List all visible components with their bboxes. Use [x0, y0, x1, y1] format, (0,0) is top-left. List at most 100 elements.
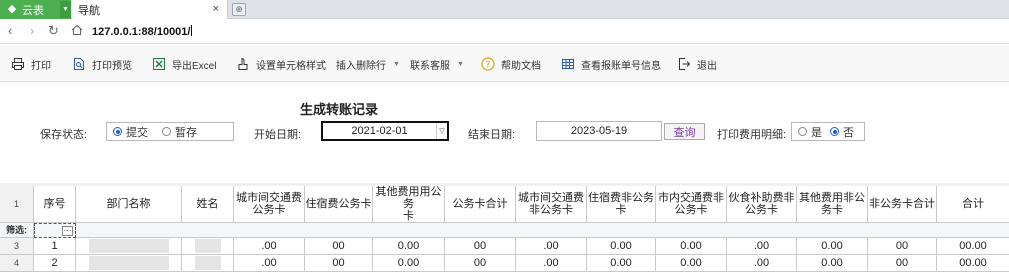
exit-icon [677, 57, 691, 71]
column-header: 住宿费公务卡 [305, 186, 373, 223]
amount-cell[interactable]: 0.00 [587, 255, 656, 272]
department-cell[interactable] [76, 238, 182, 255]
app-menu-button[interactable]: ◆ 云表 ▼ [0, 0, 71, 19]
column-header: 其他费用非公 务卡 [797, 186, 868, 223]
excel-icon [152, 57, 166, 71]
print-detail-yes-label[interactable]: 是 [811, 124, 822, 140]
reload-icon[interactable]: ↻ [48, 24, 59, 38]
svg-text:?: ? [486, 60, 491, 70]
amount-cell[interactable]: 0.00 [656, 255, 727, 272]
amount-cell[interactable]: 00 [305, 255, 373, 272]
url-input[interactable]: 127.0.0.1:88/10001/ [92, 25, 193, 38]
amount-cell[interactable]: 0.00 [373, 255, 445, 272]
amount-cell[interactable]: 00 [445, 255, 516, 272]
column-header: 合计 [937, 186, 1009, 223]
row-number: 1 [0, 186, 34, 223]
column-header: 公务卡合计 [445, 186, 516, 223]
department-cell[interactable] [76, 255, 182, 272]
column-header: 市内交通费非 公务卡 [656, 186, 727, 223]
home-icon[interactable] [71, 24, 83, 39]
new-tab-icon[interactable]: ⊕ [232, 3, 246, 16]
column-header: 伙食补助费非 公务卡 [727, 186, 797, 223]
chevron-down-icon[interactable]: ▽ [436, 123, 447, 139]
row-number: 3 [0, 238, 34, 255]
seq-cell[interactable]: 1 [34, 238, 76, 255]
row-number: 4 [0, 255, 34, 272]
save-status-radio-group: 提交 暂存 [106, 122, 234, 141]
amount-cell[interactable]: .00 [516, 255, 587, 272]
filter-cell-seq[interactable]: ··· [34, 223, 76, 238]
filter-cell[interactable] [76, 223, 1009, 238]
column-header: 城市间交通费 非公务卡 [516, 186, 587, 223]
save-status-draft-radio[interactable] [162, 127, 171, 136]
tab-title: 导航 [78, 4, 100, 17]
column-header: 部门名称 [76, 186, 182, 223]
report-toolbar: 打印 打印预览 导出Excel 设置单元格样式 插入删除行 ▼ 联系客服 ▼ ?… [0, 45, 1009, 82]
amount-cell[interactable]: 00.00 [937, 238, 1009, 255]
contact-support-menu[interactable]: 联系客服 ▼ [410, 56, 464, 72]
start-date-select[interactable]: 2021-02-01 ▽ [321, 121, 449, 141]
column-header: 序号 [34, 186, 76, 223]
address-bar: ‹ › ↻ 127.0.0.1:88/10001/ [0, 19, 1009, 44]
amount-cell[interactable]: 00 [305, 238, 373, 255]
save-status-submit-radio[interactable] [113, 127, 122, 136]
exit-button[interactable]: 退出 [677, 56, 717, 72]
amount-cell[interactable]: 00 [445, 238, 516, 255]
app-menu-dropdown-icon[interactable]: ▼ [60, 1, 71, 18]
amount-cell[interactable]: .00 [727, 255, 797, 272]
insert-delete-row-menu[interactable]: 插入删除行 ▼ [336, 56, 400, 72]
print-detail-no-label[interactable]: 否 [843, 124, 854, 140]
amount-cell[interactable]: 0.00 [587, 238, 656, 255]
amount-cell[interactable]: 00 [868, 255, 937, 272]
filter-options-button[interactable]: ··· [62, 225, 73, 236]
amount-cell[interactable]: 0.00 [797, 238, 868, 255]
column-header: 住宿费非公务 卡 [587, 186, 656, 223]
cell-style-button[interactable]: 设置单元格样式 [236, 56, 326, 72]
save-status-submit-label[interactable]: 提交 [126, 124, 148, 140]
filter-label: 筛选: [0, 223, 34, 238]
amount-cell[interactable]: .00 [727, 238, 797, 255]
save-status-draft-label[interactable]: 暂存 [175, 124, 197, 140]
amount-cell[interactable]: .00 [234, 238, 305, 255]
name-cell[interactable] [182, 255, 234, 272]
print-preview-button[interactable]: 打印预览 [72, 56, 132, 72]
printer-icon [11, 57, 25, 71]
help-icon: ? [481, 57, 495, 71]
seq-cell[interactable]: 2 [34, 255, 76, 272]
forward-icon[interactable]: › [30, 24, 34, 38]
column-header: 城市间交通费 公务卡 [234, 186, 305, 223]
app-logo-icon: ◆ [7, 3, 17, 15]
print-button[interactable]: 打印 [11, 56, 51, 72]
page-title: 生成转账记录 [300, 102, 379, 117]
print-detail-no-radio[interactable] [830, 127, 839, 136]
column-header: 姓名 [182, 186, 234, 223]
amount-cell[interactable]: 00 [868, 238, 937, 255]
amount-cell[interactable]: .00 [516, 238, 587, 255]
chevron-down-icon: ▼ [457, 60, 464, 68]
browser-tab-bar: ◆ 云表 ▼ 导航 × ⊕ [0, 0, 1009, 19]
table-icon [561, 57, 575, 71]
help-docs-button[interactable]: ? 帮助文档 [481, 56, 541, 72]
print-detail-label: 打印费用明细: [717, 129, 787, 141]
export-excel-button[interactable]: 导出Excel [152, 56, 216, 72]
amount-cell[interactable]: 0.00 [797, 255, 868, 272]
view-claim-number-button[interactable]: 查看报账单号信息 [561, 56, 661, 72]
print-detail-radio-group: 是 否 [791, 122, 865, 141]
amount-cell[interactable]: 0.00 [656, 238, 727, 255]
print-detail-yes-radio[interactable] [798, 127, 807, 136]
name-cell[interactable] [182, 238, 234, 255]
data-grid: 1 序号 部门名称 姓名 城市间交通费 公务卡 住宿费公务卡 其他费用用公务 卡… [0, 183, 1009, 272]
tab-close-icon[interactable]: × [213, 3, 219, 15]
app-name: 云表 [22, 4, 44, 17]
query-button[interactable]: 查询 [664, 123, 705, 140]
format-brush-icon [236, 57, 250, 71]
browser-tab[interactable]: 导航 × [72, 0, 228, 19]
amount-cell[interactable]: .00 [234, 255, 305, 272]
back-icon[interactable]: ‹ [8, 24, 12, 38]
end-date-input[interactable]: 2023-05-19 [536, 121, 662, 141]
column-header: 非公务卡合计 [868, 186, 937, 223]
amount-cell[interactable]: 0.00 [373, 238, 445, 255]
save-status-label: 保存状态: [40, 129, 88, 141]
amount-cell[interactable]: 00.00 [937, 255, 1009, 272]
query-form: 生成转账记录 保存状态: 提交 暂存 开始日期: 2021-02-01 ▽ 结束… [0, 83, 1009, 183]
